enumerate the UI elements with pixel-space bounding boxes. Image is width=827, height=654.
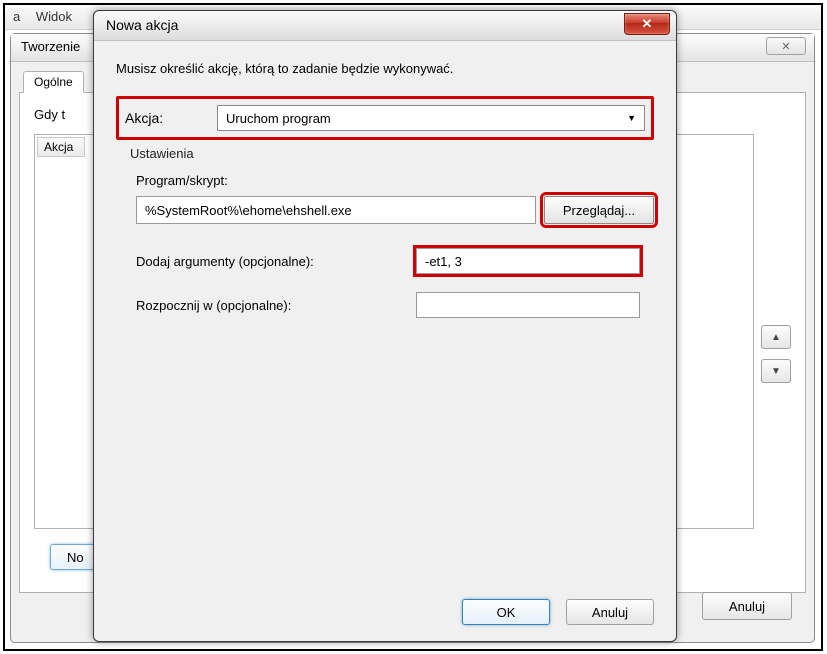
action-row-highlight: Akcja: Uruchom program ▼	[116, 96, 654, 140]
dialog-title: Nowa akcja	[106, 17, 178, 33]
dialog-close-button[interactable]: ✕	[624, 13, 670, 35]
dialog-description: Musisz określić akcję, którą to zadanie …	[116, 61, 654, 76]
browse-button[interactable]: Przeglądaj...	[544, 196, 654, 224]
close-icon: ✕	[642, 16, 653, 32]
dialog-titlebar: Nowa akcja ✕	[94, 11, 676, 41]
column-header-action[interactable]: Akcja	[37, 137, 85, 157]
settings-group-label: Ustawienia	[130, 146, 654, 161]
menu-item-view[interactable]: Widok	[36, 9, 72, 24]
startin-input[interactable]	[416, 292, 640, 318]
new-action-dialog: Nowa akcja ✕ Musisz określić akcję, któr…	[93, 10, 677, 642]
arguments-label: Dodaj argumenty (opcjonalne):	[136, 254, 416, 269]
action-label: Akcja:	[125, 110, 217, 126]
close-button[interactable]: ✕	[766, 37, 806, 55]
arguments-input[interactable]	[416, 248, 640, 274]
cancel-button-bg[interactable]: Anuluj	[702, 592, 792, 620]
menu-item[interactable]: a	[13, 9, 20, 24]
ok-button[interactable]: OK	[462, 599, 550, 625]
action-combobox-value: Uruchom program	[226, 111, 331, 126]
chevron-down-icon: ▼	[627, 113, 636, 123]
tab-general[interactable]: Ogólne	[23, 71, 84, 93]
startin-label: Rozpocznij w (opcjonalne):	[136, 298, 416, 313]
close-icon: ✕	[781, 40, 790, 53]
triangle-up-icon: ▲	[771, 332, 781, 343]
program-script-label: Program/skrypt:	[136, 173, 654, 188]
window-title: Tworzenie	[21, 39, 80, 54]
program-script-input[interactable]	[136, 196, 536, 224]
cancel-button[interactable]: Anuluj	[566, 599, 654, 625]
triangle-down-icon: ▼	[771, 366, 781, 377]
move-up-button[interactable]: ▲	[761, 325, 791, 349]
action-combobox[interactable]: Uruchom program ▼	[217, 105, 645, 131]
move-down-button[interactable]: ▼	[761, 359, 791, 383]
